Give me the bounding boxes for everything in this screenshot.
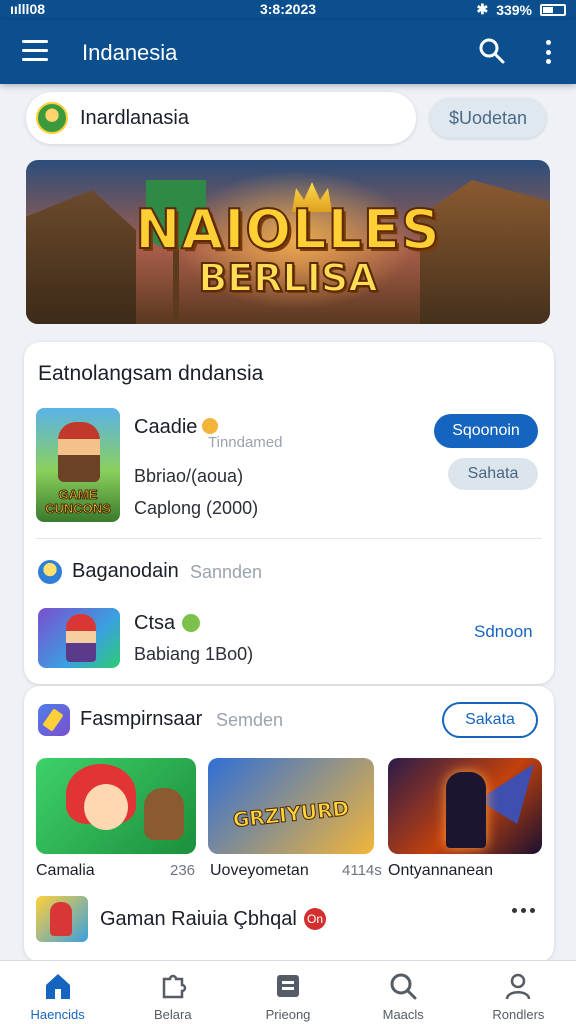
game-logo: GRZIYURD — [231, 795, 351, 833]
character-wing — [478, 764, 534, 824]
game-caption-1: Camalia — [36, 862, 95, 879]
games-section: Fasmpirnsaar Semden Sakata GRZIYURD Cama… — [24, 686, 554, 962]
item-subtitle: Bbriao/(aoua) — [134, 466, 244, 486]
character-hero — [446, 772, 486, 848]
subsection-ghost: Sannden — [190, 562, 263, 582]
game-thumbnail-2[interactable] — [38, 608, 120, 668]
game-count-1: 236 — [170, 862, 196, 879]
nav-label: Haencids — [30, 1007, 85, 1022]
profile-icon — [506, 973, 531, 1000]
status-bar: ıılll08 3:8:2023 ✱ 339% — [0, 0, 576, 20]
thumbnail-character — [58, 422, 100, 482]
region-avatar-icon — [36, 102, 68, 134]
puzzle-icon — [162, 974, 186, 999]
item-name-2[interactable]: Ctsa — [134, 612, 175, 635]
featured-section: Eatnolangsam dndansia GAME CUNCONS Caadi… — [24, 342, 554, 684]
game-caption-3: Ontyannanean — [388, 862, 493, 879]
nav-label: Prieong — [265, 1007, 311, 1022]
coin-icon — [202, 418, 218, 434]
game-card-1[interactable] — [36, 758, 196, 854]
game-caption-2: Uoveyometan — [210, 862, 309, 879]
thumbnail-character — [66, 614, 96, 662]
battery-icon — [540, 3, 566, 16]
region-selector[interactable]: Inardlanasia — [26, 92, 416, 144]
nav-item-home[interactable]: Haencids — [0, 961, 115, 1024]
character-face — [84, 784, 128, 830]
character-pet — [144, 788, 184, 840]
section-action-button[interactable]: Sakata — [442, 702, 538, 738]
section-title: Fasmpirnsaar — [80, 708, 203, 730]
game-card-2[interactable]: GRZIYURD — [208, 758, 374, 854]
nav-label: Belara — [154, 1007, 192, 1022]
item-link[interactable]: Sdnoon — [474, 622, 533, 642]
divider — [36, 538, 542, 539]
search-icon — [390, 973, 417, 1000]
hero-banner[interactable]: NAIOLLES BERLISA — [26, 160, 550, 324]
game-count-2: 4114s — [342, 862, 382, 879]
section-title: Eatnolangsam dndansia — [38, 362, 264, 385]
item-name[interactable]: Caadie — [134, 416, 197, 439]
battery-percent: 339% — [496, 1, 532, 18]
banner-logo-line2: BERLISA — [197, 255, 378, 301]
search-icon[interactable] — [478, 37, 506, 65]
nav-label: Maacls — [382, 1007, 424, 1022]
nav-item-3[interactable]: Prieong — [230, 961, 345, 1024]
home-icon — [45, 974, 70, 999]
category-icon — [38, 704, 70, 736]
list-item-title[interactable]: Gaman Raiuia Çbhqal — [100, 908, 297, 931]
list-item-thumbnail[interactable] — [36, 896, 88, 942]
subsection-icon — [38, 560, 62, 584]
thumbnail-title: GAME CUNCONS — [45, 487, 112, 516]
secondary-action-button[interactable]: Sahata — [448, 458, 538, 490]
page-title: Indanesia — [82, 40, 178, 65]
overflow-menu-icon[interactable] — [512, 908, 535, 913]
nav-label: Rondlers — [492, 1007, 545, 1022]
bottom-navigation: Haencids Belara Prieong Maacls Rondlers — [0, 960, 576, 1024]
status-right: ✱ 339% — [476, 1, 566, 18]
nav-item-2[interactable]: Belara — [115, 961, 230, 1024]
menu-icon[interactable] — [22, 40, 48, 62]
subsection-title: Baganodain — [72, 560, 179, 582]
section-ghost: Semden — [216, 710, 284, 730]
region-label: Inardlanasia — [80, 107, 189, 129]
update-button[interactable]: $Uodetan — [430, 98, 546, 138]
bluetooth-icon: ✱ — [476, 1, 489, 17]
store-icon — [277, 975, 299, 997]
item-subtitle-2: Caplong (2000) — [134, 498, 259, 518]
more-options-icon[interactable] — [544, 40, 552, 64]
nav-item-4[interactable]: Maacls — [346, 961, 461, 1024]
banner-logo-line1: NAIOLLES — [134, 197, 441, 262]
item-ghost-text: Tinndamed — [208, 434, 283, 451]
item-subtitle: Babiang 1Bo0) — [134, 644, 254, 664]
badge-icon: On — [304, 908, 326, 930]
game-thumbnail-1[interactable]: GAME CUNCONS — [36, 408, 120, 522]
game-card-3[interactable] — [388, 758, 542, 854]
app-bar: Indanesia — [0, 20, 576, 84]
leaf-icon — [182, 614, 200, 632]
primary-action-button[interactable]: Sqoonoin — [434, 414, 538, 448]
nav-item-5[interactable]: Rondlers — [461, 961, 576, 1024]
